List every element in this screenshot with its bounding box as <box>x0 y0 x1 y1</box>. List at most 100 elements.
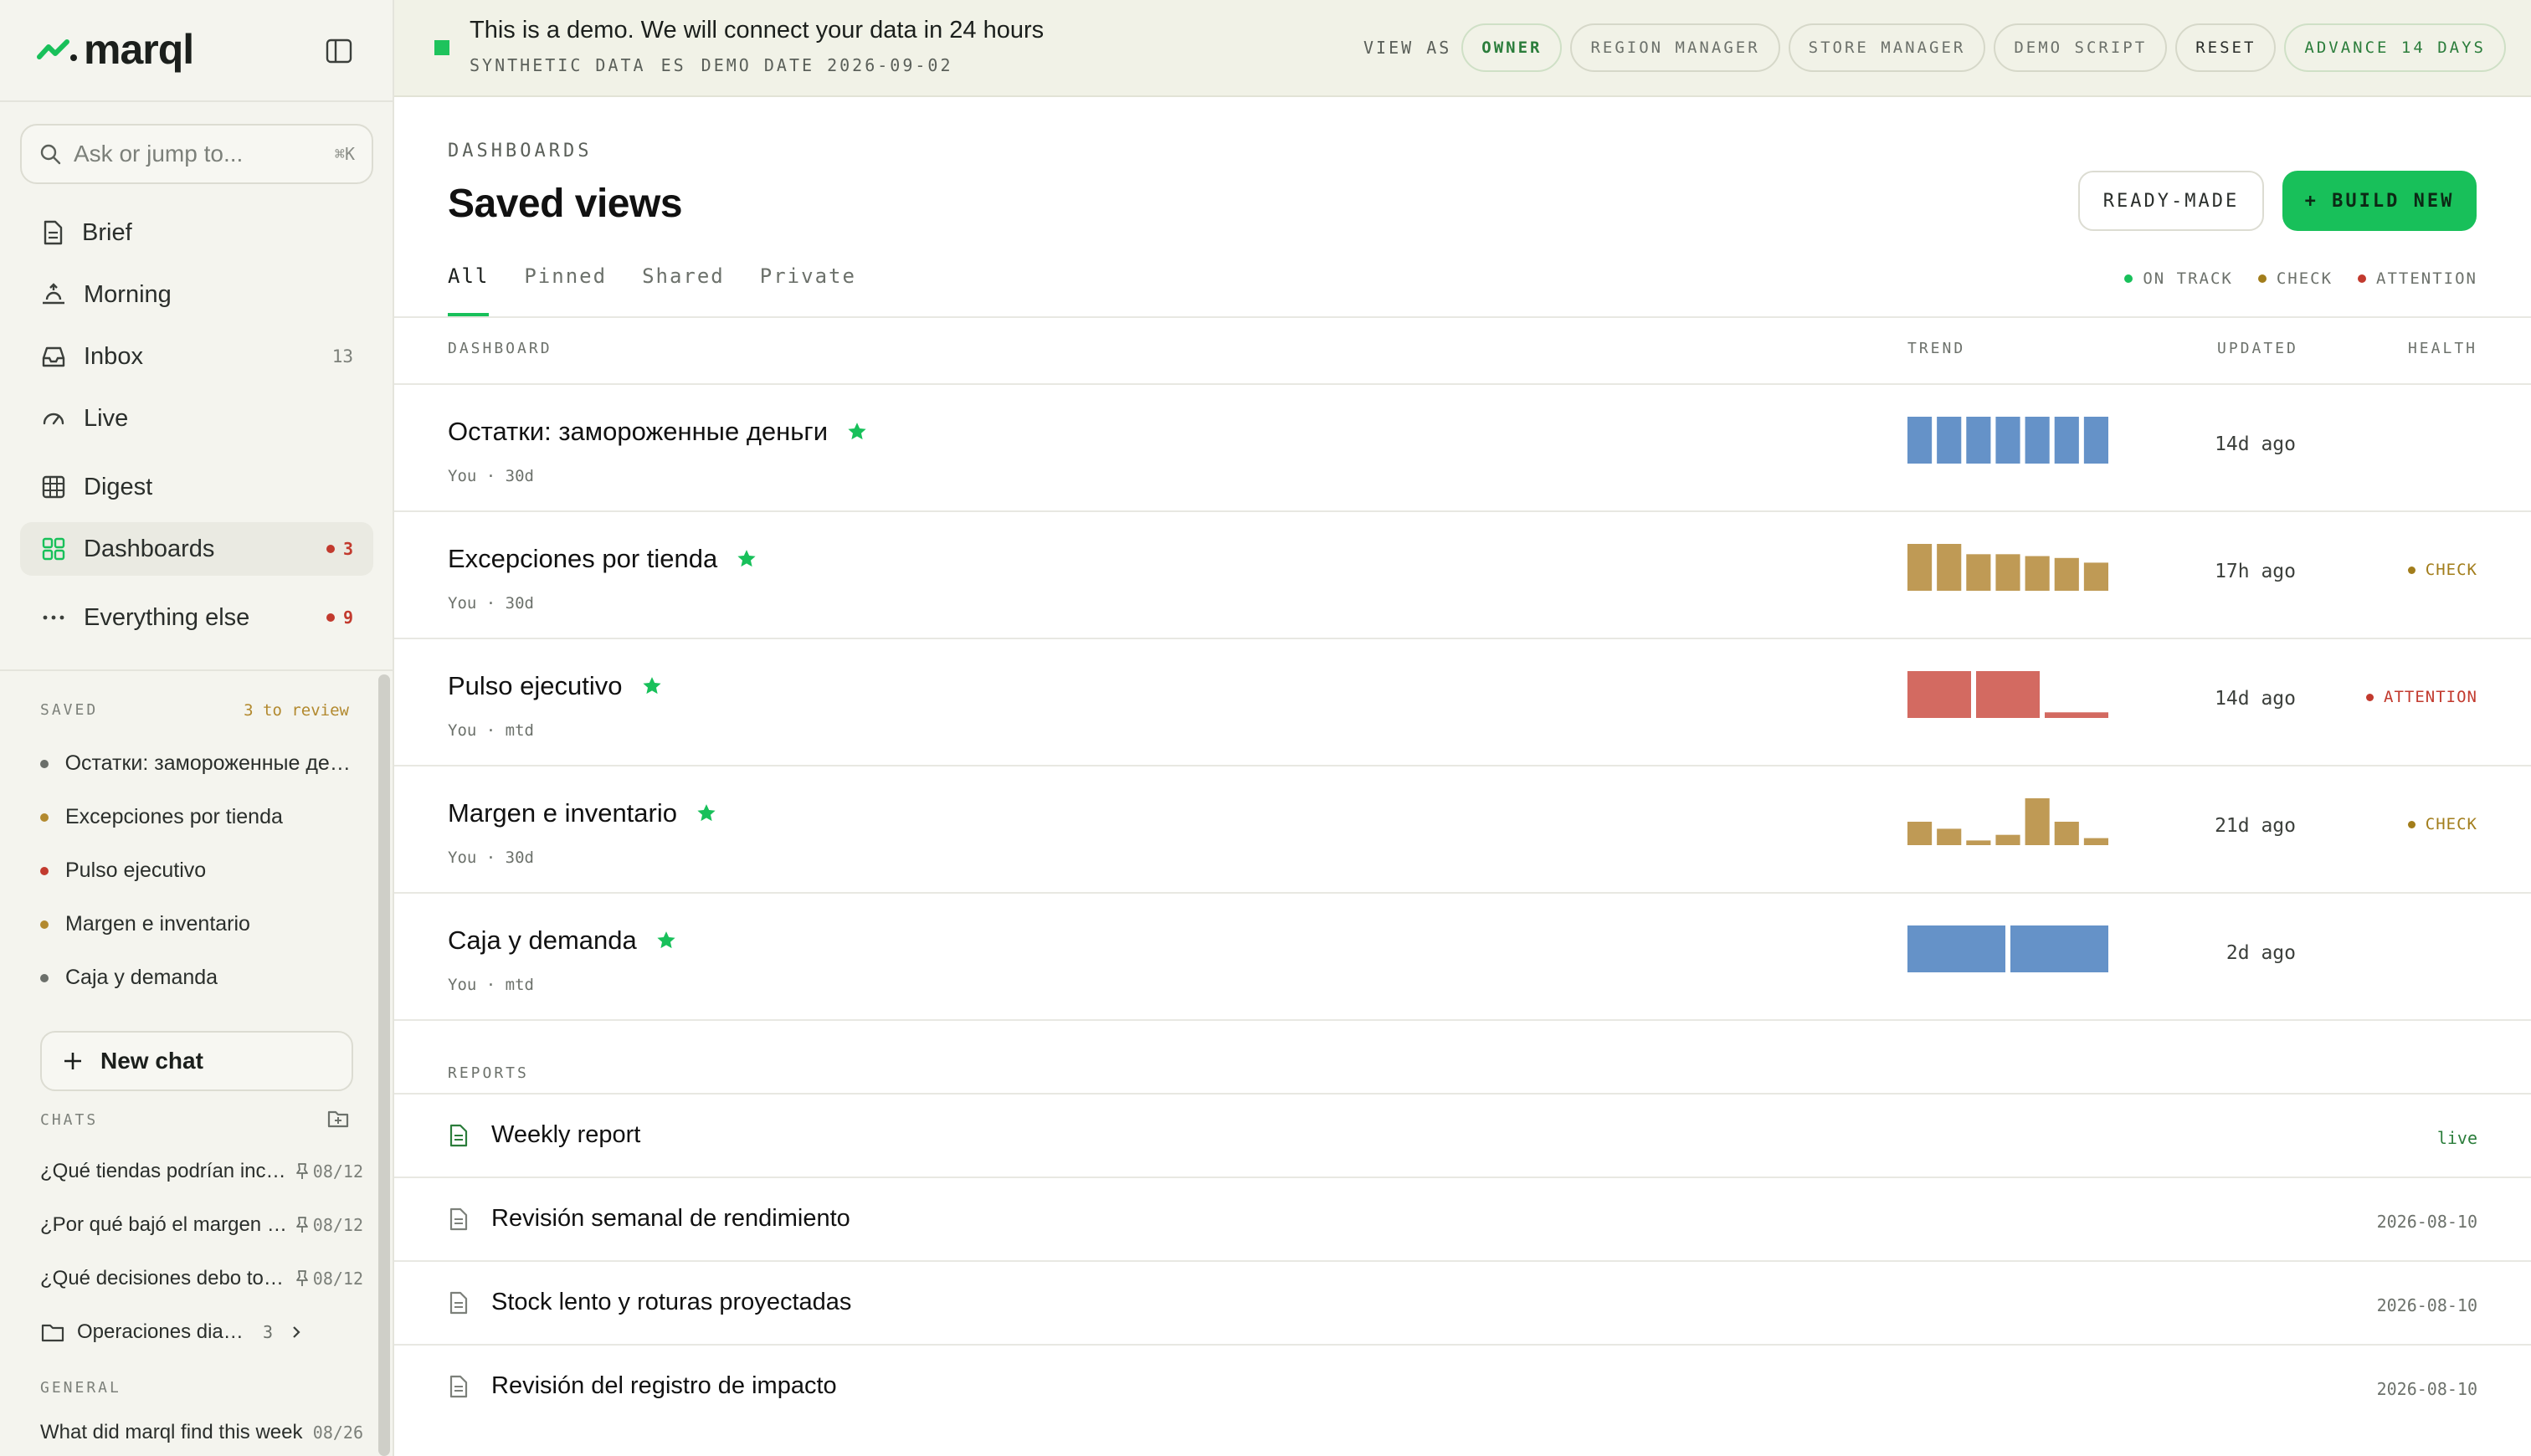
trend-bar <box>2054 557 2079 591</box>
saved-status-dot <box>40 973 49 982</box>
pinned-star-icon[interactable] <box>641 675 663 697</box>
chat-item[interactable]: What did marql find this week 08/26 <box>40 1421 363 1444</box>
view-as-region-manager-button[interactable]: REGION MANAGER <box>1570 23 1780 72</box>
nav-item-dashboards[interactable]: Dashboards 3 <box>20 522 373 576</box>
nav-item-live[interactable]: Live <box>20 392 373 445</box>
search-input[interactable]: Ask or jump to... ⌘K <box>20 124 373 184</box>
trend-bar <box>2083 417 2108 464</box>
trend-bar <box>1995 554 2020 591</box>
inbox-count: 13 <box>331 346 353 367</box>
saved-item[interactable]: Margen e inventario <box>40 912 358 936</box>
dashboard-name: Margen e inventario <box>448 798 717 828</box>
trend-bar <box>2025 417 2050 464</box>
legend-check: CHECK <box>2257 269 2333 288</box>
sidebar-scrollbar[interactable] <box>378 674 390 1456</box>
page-title: Saved views <box>448 182 683 226</box>
nav-item-digest[interactable]: Digest <box>20 460 373 514</box>
trend-bar <box>1976 671 2040 718</box>
chat-title: ¿Qué tiendas podrían incumplir <box>40 1160 295 1182</box>
advance-days-button[interactable]: ADVANCE 14 DAYS <box>2284 23 2506 72</box>
dashboard-name: Caja y demanda <box>448 925 677 956</box>
view-as-label: VIEW AS <box>1363 38 1452 58</box>
grid-table-icon <box>42 475 65 499</box>
report-row[interactable]: Stock lento y roturas proyectadas 2026-0… <box>394 1262 2531 1346</box>
tab-pinned[interactable]: Pinned <box>524 264 607 316</box>
chat-item[interactable]: ¿Qué decisiones debo tomar hoy08/12 <box>40 1267 363 1290</box>
search-icon <box>40 144 61 165</box>
view-as-store-manager-button[interactable]: STORE MANAGER <box>1788 23 1986 72</box>
new-folder-icon[interactable] <box>326 1108 350 1130</box>
pinned-star-icon[interactable] <box>655 930 677 951</box>
gauge-icon <box>43 413 64 425</box>
report-row[interactable]: Revisión semanal de rendimiento 2026-08-… <box>394 1178 2531 1262</box>
report-name: Stock lento y roturas proyectadas <box>448 1289 851 1316</box>
saved-item[interactable]: Excepciones por tienda <box>40 805 358 829</box>
divider <box>394 316 2531 318</box>
report-row[interactable]: Revisión del registro de impacto 2026-08… <box>394 1346 2531 1429</box>
chat-title: ¿Por qué bajó el margen esta semana <box>40 1213 295 1236</box>
chat-folder[interactable]: Operaciones diarias 3 <box>40 1320 363 1344</box>
dashboard-name: Остатки: замороженные деньги <box>448 417 868 447</box>
trend-bar <box>1937 417 1962 464</box>
saved-item[interactable]: Остатки: замороженные деньги <box>40 751 358 776</box>
nav-item-inbox[interactable]: Inbox 13 <box>20 330 373 383</box>
saved-item[interactable]: Pulso ejecutivo <box>40 859 358 883</box>
chat-title: ¿Qué decisiones debo tomar hoy <box>40 1267 295 1289</box>
dashboard-row[interactable]: Pulso ejecutivo You · mtd 14d ago ATTENT… <box>394 639 2531 766</box>
view-as-controls: VIEW AS OWNER REGION MANAGER STORE MANAG… <box>1363 23 2506 72</box>
reset-button[interactable]: RESET <box>2175 23 2277 72</box>
tab-shared[interactable]: Shared <box>642 264 725 316</box>
health-status: CHECK <box>2407 815 2477 833</box>
report-row[interactable]: Weekly report live <box>394 1095 2531 1178</box>
report-name: Weekly report <box>448 1121 640 1149</box>
pinned-star-icon[interactable] <box>696 802 717 824</box>
pinned-star-icon[interactable] <box>736 548 757 570</box>
tab-all[interactable]: All <box>448 264 490 316</box>
sidebar-toggle-icon[interactable] <box>325 37 353 65</box>
nav-label: Dashboards <box>84 535 215 562</box>
demo-script-button[interactable]: DEMO SCRIPT <box>1994 23 2168 72</box>
dashboard-row[interactable]: Margen e inventario You · 30d 21d ago CH… <box>394 766 2531 894</box>
trend-sparkbar <box>1907 671 2108 718</box>
column-header-health: HEALTH <box>2407 340 2477 357</box>
chat-item[interactable]: ¿Qué tiendas podrían incumplir 08/12 <box>40 1160 363 1183</box>
saved-item-label: Margen e inventario <box>65 912 250 936</box>
pin-icon <box>295 1270 308 1286</box>
sunrise-icon <box>43 283 64 305</box>
logo[interactable]: marql <box>37 25 194 74</box>
saved-review-count[interactable]: 3 to review <box>244 701 349 720</box>
nav-item-morning[interactable]: Morning <box>20 268 373 321</box>
dashboard-name: Pulso ejecutivo <box>448 671 663 701</box>
dashboard-updated: 2d ago <box>2226 942 2296 964</box>
divider <box>394 1019 2531 1021</box>
saved-heading: SAVED <box>40 701 99 719</box>
legend-on-track: ON TRACK <box>2124 269 2233 288</box>
health-legend: ON TRACK CHECK ATTENTION <box>2124 269 2477 288</box>
dashboard-row[interactable]: Excepciones por tienda You · 30d 17h ago… <box>394 512 2531 639</box>
main-content: DASHBOARDS Saved views READY-MADE + BUIL… <box>394 97 2531 1456</box>
report-doc-icon <box>449 1124 468 1146</box>
nav-item-everything-else[interactable]: Everything else 9 <box>20 591 373 644</box>
dashboard-updated: 17h ago <box>2215 561 2296 582</box>
chat-item[interactable]: ¿Por qué bajó el margen esta semana08/12 <box>40 1213 363 1237</box>
chat-folder-count: 3 <box>263 1322 274 1342</box>
trend-bar <box>2045 712 2108 718</box>
dashboard-row[interactable]: Остатки: замороженные деньги You · 30d 1… <box>394 385 2531 512</box>
saved-item[interactable]: Caja y demanda <box>40 966 358 990</box>
trend-bar <box>1907 925 2005 972</box>
dashboard-updated: 14d ago <box>2215 433 2296 455</box>
view-as-owner-button[interactable]: OWNER <box>1461 23 1563 72</box>
ready-made-button[interactable]: READY-MADE <box>2078 171 2264 231</box>
new-chat-button[interactable]: New chat <box>40 1031 353 1091</box>
chat-meta: 08/12 <box>295 1215 363 1235</box>
pinned-star-icon[interactable] <box>846 421 868 443</box>
tab-private[interactable]: Private <box>760 264 856 316</box>
report-date: 2026-08-10 <box>2376 1212 2477 1232</box>
build-new-button[interactable]: + BUILD NEW <box>2282 171 2477 231</box>
dashboard-updated: 14d ago <box>2215 688 2296 710</box>
report-name: Revisión semanal de rendimiento <box>448 1205 850 1233</box>
reports-heading: REPORTS <box>448 1064 529 1082</box>
nav-item-brief[interactable]: Brief <box>20 206 373 259</box>
column-header-updated: UPDATED <box>2217 340 2298 357</box>
dashboard-row[interactable]: Caja y demanda You · mtd 2d ago <box>394 894 2531 1021</box>
